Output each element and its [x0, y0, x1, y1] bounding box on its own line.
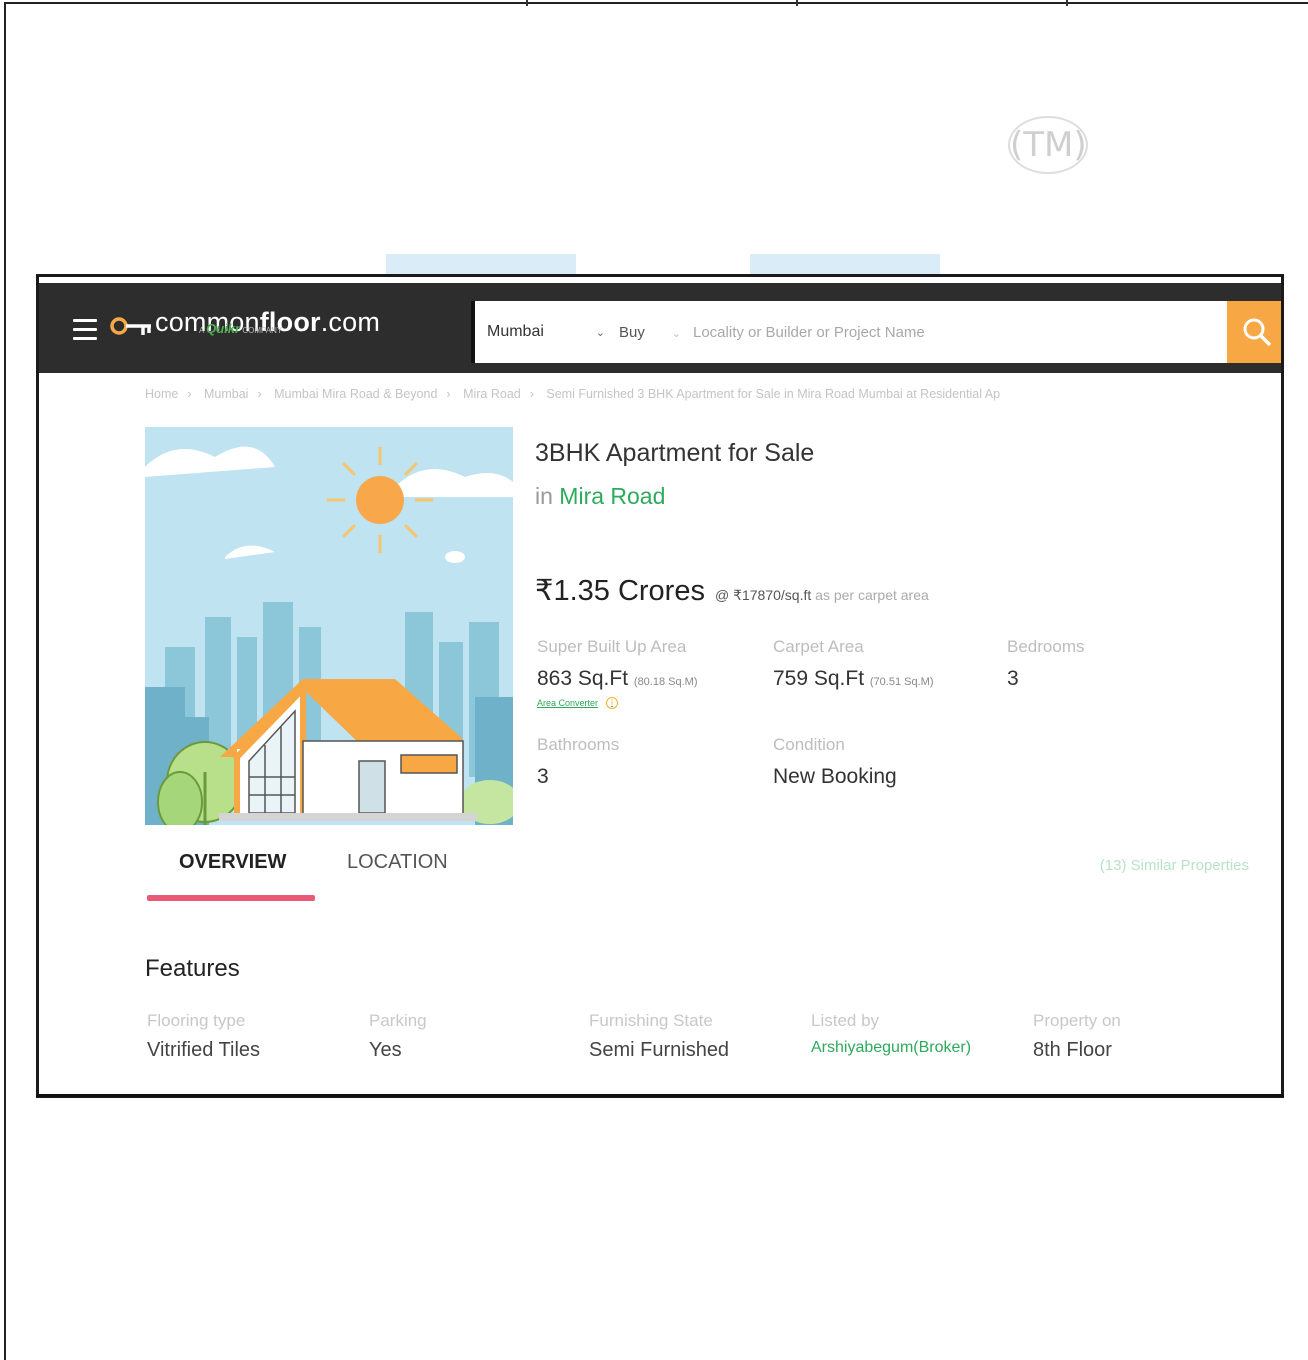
transaction-select[interactable]: Buy ⌄: [619, 324, 681, 341]
tab-location[interactable]: LOCATION: [347, 851, 448, 874]
trademark-mark: (TM): [1008, 116, 1088, 174]
key-logo-icon: [110, 317, 151, 335]
listing-locality: in Mira Road: [535, 483, 666, 509]
fact-bedrooms: Bedrooms 3: [1007, 637, 1085, 690]
page-tick: [526, 0, 528, 6]
price-row: ₹1.35 Crores @ ₹17870/sq.ft as per carpe…: [535, 573, 929, 608]
breadcrumb: Home › Mumbai › Mumbai Mira Road & Beyond ›…: [145, 387, 1001, 401]
faint-band: [750, 254, 940, 276]
breadcrumb-current: Semi Furnished 3 BHK Apartment for Sale …: [546, 387, 1001, 401]
feature-property-on: Property on 8th Floor: [1033, 1011, 1121, 1061]
logo-tagline: A Quikr COMPANY: [199, 321, 283, 336]
property-illustration[interactable]: [145, 427, 513, 825]
listing-price: ₹1.35 Crores: [535, 575, 705, 607]
faint-band: [386, 254, 576, 276]
fact-bathrooms: Bathrooms 3: [537, 735, 620, 788]
tab-overview[interactable]: OVERVIEW: [179, 851, 286, 874]
active-tab-indicator: [147, 895, 315, 901]
fact-condition: Condition New Booking: [773, 735, 897, 788]
feature-listed-by: Listed by Arshiyabegum(Broker): [811, 1011, 972, 1057]
chevron-down-icon: ⌄: [671, 327, 681, 340]
city-select[interactable]: Mumbai ⌄: [487, 323, 605, 341]
bottom-rule: [36, 1094, 1284, 1097]
search-icon: [1243, 318, 1272, 347]
transaction-value: Buy: [619, 323, 645, 341]
fact-carpet-area: Carpet Area 759 Sq.Ft (70.51 Sq.M): [773, 637, 934, 690]
search-bar: Mumbai ⌄ Buy ⌄: [471, 301, 1281, 363]
hamburger-menu-icon[interactable]: [73, 319, 97, 341]
fact-super-built-up-area: Super Built Up Area 863 Sq.Ft (80.18 Sq.…: [537, 637, 698, 709]
price-per-sqft: @ ₹17870/sq.ft as per carpet area: [714, 587, 929, 603]
search-button[interactable]: [1227, 301, 1281, 363]
breadcrumb-item[interactable]: Home: [145, 387, 178, 401]
similar-properties-link[interactable]: (13) Similar Properties: [1100, 857, 1249, 874]
breadcrumb-item[interactable]: Mumbai Mira Road & Beyond: [274, 387, 437, 401]
page-tick: [1066, 0, 1068, 6]
search-input[interactable]: [693, 323, 1213, 341]
locality-link[interactable]: Mira Road: [559, 483, 665, 509]
breadcrumb-item[interactable]: Mira Road: [463, 387, 521, 401]
listed-by-link[interactable]: Arshiyabegum(Broker): [811, 1039, 971, 1057]
breadcrumb-item[interactable]: Mumbai: [204, 387, 248, 401]
city-value: Mumbai: [487, 323, 544, 340]
site-header: commonfloor.com A Quikr COMPANY Mumbai ⌄…: [39, 283, 1281, 373]
info-icon[interactable]: i: [606, 697, 619, 709]
feature-flooring-type: Flooring type Vitrified Tiles: [147, 1011, 261, 1061]
page-tick: [796, 0, 798, 6]
area-converter-link[interactable]: Area Converter i: [537, 697, 698, 709]
listing-screenshot: commonfloor.com A Quikr COMPANY Mumbai ⌄…: [36, 274, 1284, 1098]
features-heading: Features: [145, 955, 240, 982]
chevron-down-icon: ⌄: [595, 327, 605, 339]
listing-title: 3BHK Apartment for Sale: [535, 439, 815, 467]
feature-parking: Parking Yes: [369, 1011, 427, 1061]
feature-furnishing-state: Furnishing State Semi Furnished: [589, 1011, 730, 1061]
